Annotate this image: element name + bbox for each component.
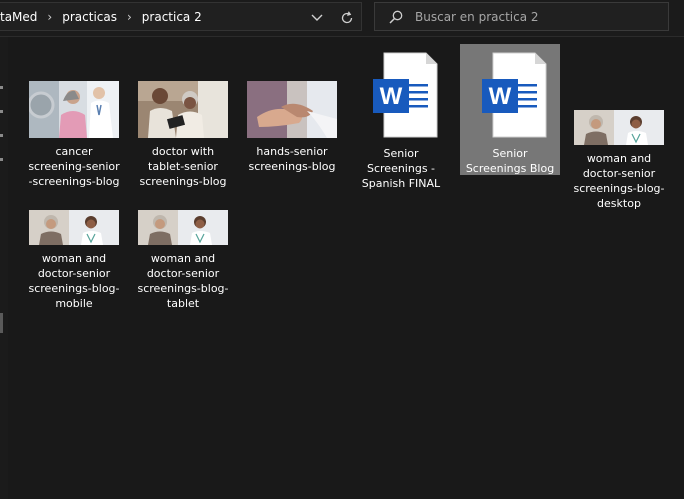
file-name: woman and doctor-senior screenings-blog-…	[573, 152, 665, 210]
file-item-senior-screenings-blog[interactable]: W Senior Screenings Blog	[460, 44, 560, 175]
file-name: woman and doctor-senior screenings-blog-…	[28, 252, 120, 310]
file-item-doctor-with-tablet[interactable]: doctor with tablet-senior screenings-blo…	[133, 44, 233, 189]
file-item-woman-doctor-mobile[interactable]: woman and doctor-senior screenings-blog-…	[24, 210, 124, 311]
image-thumbnail	[247, 81, 337, 138]
nav-expand-icon[interactable]	[0, 86, 3, 89]
breadcrumb-item[interactable]: practicas	[60, 10, 119, 24]
word-document-icon: W	[473, 52, 547, 138]
chevron-down-icon	[311, 14, 323, 21]
breadcrumb-separator: ›	[126, 9, 132, 24]
refresh-button[interactable]	[336, 8, 358, 28]
svg-text:W: W	[380, 83, 403, 110]
file-item-cancer-screening[interactable]: cancer screening-senior -screenings-blog	[24, 44, 124, 189]
refresh-icon	[341, 11, 353, 24]
file-name: cancer screening-senior -screenings-blog	[28, 145, 120, 188]
address-bar[interactable]: taMed › practicas › practica 2	[0, 2, 362, 31]
file-name: hands-senior screenings-blog	[248, 145, 336, 173]
search-box[interactable]	[374, 2, 669, 31]
file-item-woman-doctor-tablet[interactable]: woman and doctor-senior screenings-blog-…	[133, 210, 233, 311]
file-name: doctor with tablet-senior screenings-blo…	[139, 145, 227, 188]
file-item-senior-screenings-spanish[interactable]: W Senior Screenings - Spanish FINAL	[351, 44, 451, 191]
toolbar-divider	[0, 36, 684, 37]
file-item-hands[interactable]: hands-senior screenings-blog	[242, 44, 342, 174]
nav-expand-icon[interactable]	[0, 110, 3, 113]
file-name: Senior Screenings Blog	[465, 147, 555, 175]
image-thumbnail	[29, 81, 119, 138]
address-dropdown-button[interactable]	[306, 9, 328, 27]
image-thumbnail	[138, 210, 228, 245]
file-name: Senior Screenings - Spanish FINAL	[361, 147, 441, 190]
breadcrumb-separator: ›	[47, 9, 53, 24]
file-item-woman-doctor-desktop[interactable]: woman and doctor-senior screenings-blog-…	[569, 44, 669, 211]
image-thumbnail	[138, 81, 228, 138]
breadcrumb-item[interactable]: taMed	[0, 10, 39, 24]
search-icon	[389, 10, 403, 24]
nav-expand-icon[interactable]	[0, 134, 3, 137]
image-thumbnail	[29, 210, 119, 245]
word-document-icon: W	[364, 52, 438, 138]
navigation-bar: taMed › practicas › practica 2	[0, 0, 684, 36]
file-name: woman and doctor-senior screenings-blog-…	[137, 252, 229, 310]
svg-text:W: W	[489, 83, 512, 110]
navigation-pane-edge	[0, 37, 8, 499]
breadcrumb-item[interactable]: practica 2	[140, 10, 204, 24]
image-thumbnail	[574, 110, 664, 145]
nav-expand-icon[interactable]	[0, 158, 3, 161]
search-input[interactable]	[413, 8, 657, 25]
nav-scrollbar[interactable]	[0, 313, 3, 333]
